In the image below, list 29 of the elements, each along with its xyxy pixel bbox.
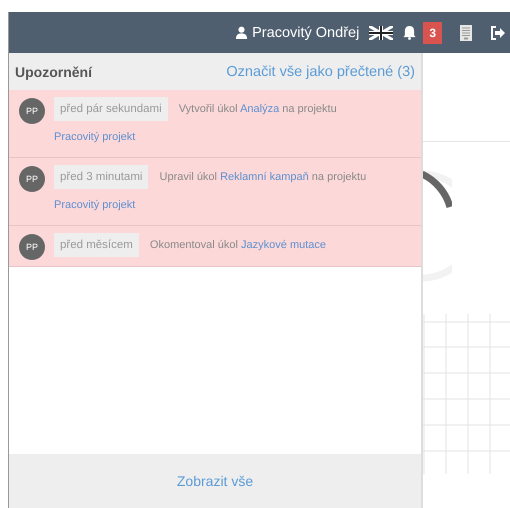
notification-text: Okomentoval úkol xyxy=(150,239,238,251)
notification-text: Vytvořil úkol xyxy=(178,103,238,115)
task-link[interactable]: Analýza xyxy=(240,103,280,115)
avatar: PP xyxy=(19,98,45,124)
notification-item[interactable]: PP před měsícem Okomentoval úkol Jazykové mutace xyxy=(9,226,421,267)
task-link[interactable]: Reklamní kampaň xyxy=(220,171,309,183)
time-label: před pár sekundami xyxy=(54,97,168,121)
avatar: PP xyxy=(19,234,45,260)
task-link[interactable]: Jazykové mutace xyxy=(241,239,326,251)
user-icon xyxy=(235,26,248,39)
avatar: PP xyxy=(19,166,45,192)
flag-icon[interactable] xyxy=(369,26,394,40)
time-label: před měsícem xyxy=(54,233,139,257)
notification-text: na projektu xyxy=(312,171,366,183)
mark-all-read-link[interactable]: Označit vše jako přečtené (3) xyxy=(226,64,415,80)
task-link[interactable]: Pracovitý projekt xyxy=(54,131,136,143)
show-all-link[interactable]: Zobrazit vše xyxy=(176,473,254,489)
notification-text: na projektu xyxy=(282,103,337,115)
notification-item[interactable]: PP před pár sekundami Vytvořil úkol Analýza na projektu Pracovitý projekt xyxy=(9,90,421,158)
notification-count-badge: 3 xyxy=(423,22,442,44)
time-label: před 3 minutami xyxy=(54,165,148,189)
logout-icon[interactable] xyxy=(490,26,506,40)
task-link[interactable]: Pracovitý projekt xyxy=(54,199,136,211)
notification-text: Upravil úkol xyxy=(160,171,217,183)
user-name-link[interactable]: Pracovitý Ondřej xyxy=(252,24,360,40)
panel-title: Upozornění xyxy=(15,64,92,80)
document-icon[interactable] xyxy=(460,24,472,40)
bell-icon[interactable] xyxy=(403,25,416,40)
notification-item[interactable]: PP před 3 minutami Upravil úkol Reklamní kampaň na projektu Pracovitý projekt xyxy=(9,158,421,226)
